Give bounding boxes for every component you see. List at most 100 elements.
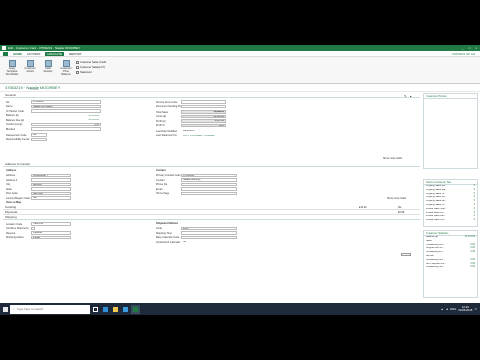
fasttab-address-contact[interactable]: Address & Contact — [3, 162, 420, 167]
taskbar-search-box[interactable]: ○ Type here to search — [10, 304, 90, 314]
network-icon[interactable]: ▲ — [441, 307, 444, 311]
shipping-time-input[interactable] — [181, 231, 237, 235]
field-blocked: Blocked — [6, 127, 101, 131]
file-menu-icon[interactable] — [3, 51, 8, 56]
field-last-statement: Last Statement No. LAST STATEMENT NUMBER — [156, 133, 226, 138]
apply-template-button[interactable]: Apply Template Remittable — [4, 60, 20, 76]
salesperson-input[interactable]: DC — [31, 133, 47, 137]
combine-shipments-checkbox[interactable] — [31, 226, 35, 231]
state-input[interactable] — [31, 187, 71, 191]
customized-calendar-value[interactable]: No — [181, 240, 237, 244]
statement-option[interactable]: Statement — [76, 71, 92, 74]
contact-input[interactable]: Natalie Moorbey — [181, 178, 237, 182]
sell-to-customer-panel: Sell-to Customer Sal... Ongoing Sales Qu… — [423, 179, 478, 227]
view-on-map-link[interactable]: View on Map — [6, 201, 21, 204]
name-input[interactable]: Natalie MOORBEY — [31, 104, 101, 109]
report-icon — [76, 61, 79, 64]
shipping-advice-select[interactable]: Partial — [31, 235, 71, 240]
tab-report[interactable]: REPORT — [69, 52, 81, 56]
system-tray: ▲ ◄ ENG 12:46 02/04/2018 ▭ — [441, 306, 480, 312]
windows-logo-icon — [2, 306, 8, 312]
customer-picture-title[interactable]: Customer Picture — [424, 94, 477, 99]
company-name[interactable]: CRONUS UK Ltd. — [452, 52, 480, 56]
template-icon — [8, 60, 16, 67]
factbox-row-value[interactable]: 0 — [474, 219, 475, 223]
customer-icon — [26, 60, 34, 67]
tab-actions[interactable]: ACTIONS — [27, 52, 40, 56]
phone-input[interactable] — [181, 182, 237, 187]
tab-navigate[interactable]: NAVIGATE — [45, 51, 65, 56]
balance-value[interactable]: 14,131.02 — [31, 113, 101, 118]
profit-pct-value: 23.8 — [181, 123, 226, 128]
report-icon — [76, 71, 79, 74]
edge-icon[interactable] — [101, 305, 110, 314]
address-2-input[interactable] — [31, 178, 71, 182]
city-input[interactable]: Belmont — [31, 182, 71, 187]
balance-due-value[interactable]: 14,131.02 — [31, 118, 101, 122]
service-zone-input[interactable] — [181, 100, 226, 104]
task-view-icon[interactable] — [91, 305, 100, 314]
responsibility-input[interactable] — [31, 137, 47, 142]
report-icon — [76, 66, 79, 69]
no-input[interactable]: 47563219 — [31, 100, 101, 104]
section-address: Address — [6, 169, 17, 172]
ship-code-input[interactable]: EXW — [181, 226, 237, 231]
store-icon[interactable] — [121, 305, 130, 314]
ic-partner-input[interactable] — [31, 109, 101, 113]
factbox-row-label: Outstanding Ser... — [426, 266, 445, 269]
country-input[interactable]: GB — [31, 196, 71, 200]
post-code-input[interactable]: NE1 3AB — [31, 191, 71, 196]
location-code-input[interactable]: YELLOW — [31, 222, 71, 226]
search-icon: ○ — [13, 306, 15, 311]
factbox-row-value[interactable]: 0.00 — [471, 266, 475, 270]
maximize-button[interactable]: □ — [469, 46, 471, 50]
customer-statistics-panel: Customer Statistic... Balance (£) 14,131.… — [423, 230, 478, 298]
primary-contact-input[interactable]: CT000095 — [181, 173, 237, 178]
notification-icon[interactable]: ▭ — [474, 307, 477, 311]
address-input[interactable]: Kingsbridge, 7 — [31, 173, 71, 178]
blocked-select[interactable] — [31, 127, 101, 131]
customer-joined-button[interactable]: Customer Joined — [22, 60, 38, 74]
edit-pencil-icon[interactable]: ✎ — [404, 94, 407, 98]
home-page-input[interactable] — [181, 191, 237, 196]
credit-limit-input[interactable]: 0.00 — [31, 122, 101, 127]
last-modified-value: 09/10/2017 — [181, 129, 226, 133]
windows-start-button[interactable] — [0, 303, 10, 315]
base-calendar-input[interactable] — [181, 235, 237, 240]
language-indicator[interactable]: ENG — [450, 307, 456, 311]
dynamics-nav-icon[interactable] — [131, 304, 140, 314]
customer-sales-lcy-option[interactable]: Customer Sales(LCY) — [76, 66, 105, 69]
ribbon-body: Apply Template Remittable Customer Joined … — [0, 57, 480, 91]
minimize-button[interactable]: _ — [462, 46, 464, 50]
factbox-pane: Customer Picture Sell-to Customer Sal...… — [423, 93, 478, 303]
show-more-fields-general[interactable]: Show more fields — [383, 157, 402, 160]
customer-picture-panel: Customer Picture — [423, 93, 478, 169]
fasttab-general[interactable]: General — [3, 93, 420, 98]
close-button[interactable]: x — [476, 46, 478, 50]
clock[interactable]: 12:46 02/04/2018 — [458, 306, 472, 312]
tab-home[interactable]: HOME — [13, 52, 22, 56]
explorer-icon[interactable] — [111, 305, 120, 314]
field-profit-pct: Profit % 23.8 — [156, 123, 226, 128]
reserve-select[interactable]: Optional — [31, 231, 71, 235]
total-sales-value: 14,688.20 — [181, 110, 226, 114]
factbox-row[interactable]: Outstanding Ser... 0.00 — [424, 266, 477, 270]
collapse-icon[interactable]: ▴ — [410, 94, 412, 98]
section-shipment-method: Shipment Method — [156, 222, 178, 225]
doc-profile-input[interactable] — [181, 104, 226, 109]
cash-receipt-button[interactable]: Cash Receipt — [40, 60, 56, 74]
taskbar: ○ Type here to search ▲ ◄ ENG 12:46 02/04/… — [0, 303, 480, 315]
costs-value: 11,191.00 — [181, 114, 226, 119]
customer-sales-credit-option[interactable]: Customer Sales Credit — [76, 61, 106, 64]
factbox-row[interactable]: Posted Sales Cre... 0 — [424, 219, 477, 223]
last-statement-value[interactable]: LAST STATEMENT NUMBER — [181, 133, 226, 138]
fasttab-shipping[interactable]: Shipping — [3, 215, 420, 220]
email-input[interactable] — [181, 187, 237, 191]
tooltip-box — [401, 253, 411, 256]
price-icon — [62, 60, 70, 67]
volume-icon[interactable]: ◄ — [446, 307, 449, 311]
customer-price-button[interactable]: Customer Price Balance — [58, 60, 74, 76]
field-customized-calendar: Customized Calendar No — [156, 240, 237, 244]
show-more-fields-address[interactable]: Show more fields — [387, 197, 406, 200]
cash-icon — [44, 60, 52, 67]
